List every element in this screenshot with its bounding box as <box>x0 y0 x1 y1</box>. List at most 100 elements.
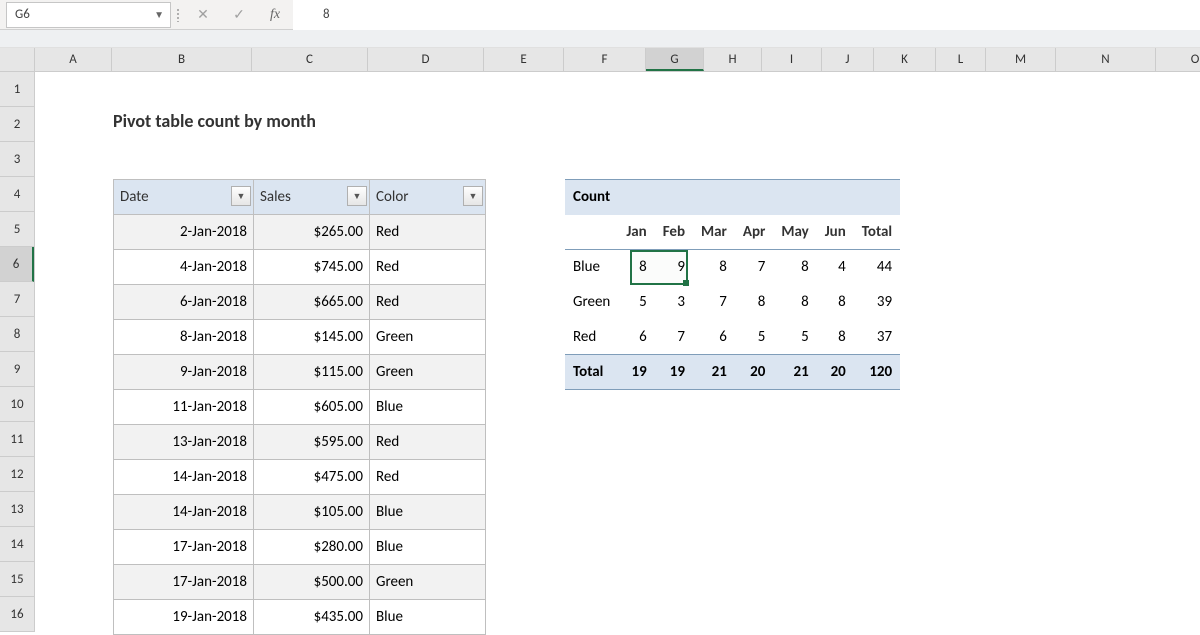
column-header-H[interactable]: H <box>704 48 762 71</box>
pivot-cell[interactable]: 8 <box>735 285 773 320</box>
pivot-cell[interactable]: 9 <box>655 250 693 285</box>
column-header-I[interactable]: I <box>762 48 822 71</box>
pivot-total-cell[interactable]: 20 <box>735 355 773 390</box>
cell-color[interactable]: Red <box>370 285 486 320</box>
pivot-col-header[interactable]: Jan <box>618 215 654 250</box>
cell-color[interactable]: Blue <box>370 530 486 565</box>
table-row[interactable]: 4-Jan-2018$745.00Red <box>114 250 486 285</box>
pivot-table[interactable]: Count JanFebMarAprMayJunTotal Blue898784… <box>565 179 900 390</box>
cell-color[interactable]: Red <box>370 425 486 460</box>
column-header-A[interactable]: A <box>35 48 112 71</box>
column-header-J[interactable]: J <box>822 48 874 71</box>
pivot-total-cell[interactable]: 20 <box>817 355 854 390</box>
table-row[interactable]: 14-Jan-2018$475.00Red <box>114 460 486 495</box>
filter-button-date[interactable]: ▼ <box>231 186 251 206</box>
table-row[interactable]: 6-Jan-2018$665.00Red <box>114 285 486 320</box>
cell-date[interactable]: 14-Jan-2018 <box>114 460 254 495</box>
source-header-color[interactable]: Color ▼ <box>370 180 486 215</box>
cell-color[interactable]: Green <box>370 320 486 355</box>
row-header-3[interactable]: 3 <box>0 142 34 177</box>
pivot-cell[interactable]: 7 <box>735 250 773 285</box>
pivot-cell[interactable]: 8 <box>773 250 816 285</box>
row-header-13[interactable]: 13 <box>0 492 34 527</box>
row-header-16[interactable]: 16 <box>0 597 34 632</box>
pivot-cell[interactable]: 8 <box>618 250 654 285</box>
row-header-15[interactable]: 15 <box>0 562 34 597</box>
pivot-cell[interactable]: 8 <box>693 250 735 285</box>
pivot-col-header[interactable]: Apr <box>735 215 773 250</box>
cell-sales[interactable]: $435.00 <box>254 600 370 635</box>
accept-formula-button[interactable]: ✓ <box>221 0 257 30</box>
table-row[interactable]: 8-Jan-2018$145.00Green <box>114 320 486 355</box>
cell-color[interactable]: Red <box>370 215 486 250</box>
pivot-cell[interactable]: 5 <box>773 320 816 355</box>
pivot-col-header[interactable]: Feb <box>655 215 693 250</box>
pivot-total-cell[interactable]: 21 <box>773 355 816 390</box>
pivot-total-cell[interactable]: 19 <box>655 355 693 390</box>
pivot-cell[interactable]: 8 <box>773 285 816 320</box>
table-row[interactable]: 13-Jan-2018$595.00Red <box>114 425 486 460</box>
filter-button-sales[interactable]: ▼ <box>347 186 367 206</box>
column-header-F[interactable]: F <box>564 48 646 71</box>
column-header-M[interactable]: M <box>986 48 1056 71</box>
column-header-C[interactable]: C <box>252 48 368 71</box>
cell-sales[interactable]: $280.00 <box>254 530 370 565</box>
row-header-8[interactable]: 8 <box>0 317 34 352</box>
cell-sales[interactable]: $500.00 <box>254 565 370 600</box>
pivot-cell[interactable]: 7 <box>655 320 693 355</box>
cell-date[interactable]: 14-Jan-2018 <box>114 495 254 530</box>
pivot-total-cell[interactable]: 21 <box>693 355 735 390</box>
row-header-6[interactable]: 6 <box>0 247 34 282</box>
pivot-cell[interactable]: 44 <box>854 250 900 285</box>
table-row[interactable]: 11-Jan-2018$605.00Blue <box>114 390 486 425</box>
formula-input[interactable]: 8 <box>293 0 1200 30</box>
table-row[interactable]: 14-Jan-2018$105.00Blue <box>114 495 486 530</box>
cell-color[interactable]: Blue <box>370 495 486 530</box>
cell-date[interactable]: 17-Jan-2018 <box>114 530 254 565</box>
source-header-date[interactable]: Date ▼ <box>114 180 254 215</box>
cell-date[interactable]: 4-Jan-2018 <box>114 250 254 285</box>
pivot-col-header[interactable]: Mar <box>693 215 735 250</box>
pivot-col-header[interactable]: Jun <box>817 215 854 250</box>
pivot-cell[interactable]: 8 <box>817 320 854 355</box>
table-row[interactable]: 17-Jan-2018$500.00Green <box>114 565 486 600</box>
pivot-total-cell[interactable]: 19 <box>618 355 654 390</box>
row-header-14[interactable]: 14 <box>0 527 34 562</box>
pivot-total-cell[interactable]: 120 <box>854 355 900 390</box>
cells-area[interactable]: Pivot table count by month Date ▼ Sales … <box>35 72 1200 632</box>
cell-color[interactable]: Blue <box>370 600 486 635</box>
pivot-cell[interactable]: 5 <box>618 285 654 320</box>
cell-color[interactable]: Green <box>370 565 486 600</box>
cell-date[interactable]: 19-Jan-2018 <box>114 600 254 635</box>
cell-color[interactable]: Red <box>370 460 486 495</box>
pivot-cell[interactable]: 3 <box>655 285 693 320</box>
pivot-cell[interactable]: 39 <box>854 285 900 320</box>
table-row[interactable]: 9-Jan-2018$115.00Green <box>114 355 486 390</box>
pivot-col-header[interactable]: Total <box>854 215 900 250</box>
cancel-formula-button[interactable]: ✕ <box>185 0 221 30</box>
pivot-cell[interactable]: 7 <box>693 285 735 320</box>
pivot-cell[interactable]: 6 <box>618 320 654 355</box>
pivot-cell[interactable]: 6 <box>693 320 735 355</box>
pivot-row[interactable]: Green53788839 <box>565 285 900 320</box>
row-header-7[interactable]: 7 <box>0 282 34 317</box>
column-header-B[interactable]: B <box>112 48 252 71</box>
pivot-cell[interactable]: 8 <box>817 285 854 320</box>
row-header-1[interactable]: 1 <box>0 72 34 107</box>
column-header-G[interactable]: G <box>646 48 704 71</box>
cell-sales[interactable]: $665.00 <box>254 285 370 320</box>
column-header-E[interactable]: E <box>484 48 564 71</box>
pivot-row-label[interactable]: Red <box>565 320 618 355</box>
column-header-L[interactable]: L <box>936 48 986 71</box>
row-header-2[interactable]: 2 <box>0 107 34 142</box>
cell-color[interactable]: Blue <box>370 390 486 425</box>
source-header-sales[interactable]: Sales ▼ <box>254 180 370 215</box>
select-all-corner[interactable] <box>0 48 35 72</box>
column-header-N[interactable]: N <box>1056 48 1156 71</box>
cell-sales[interactable]: $265.00 <box>254 215 370 250</box>
cell-date[interactable]: 11-Jan-2018 <box>114 390 254 425</box>
table-row[interactable]: 2-Jan-2018$265.00Red <box>114 215 486 250</box>
cell-date[interactable]: 2-Jan-2018 <box>114 215 254 250</box>
row-header-12[interactable]: 12 <box>0 457 34 492</box>
cell-sales[interactable]: $605.00 <box>254 390 370 425</box>
